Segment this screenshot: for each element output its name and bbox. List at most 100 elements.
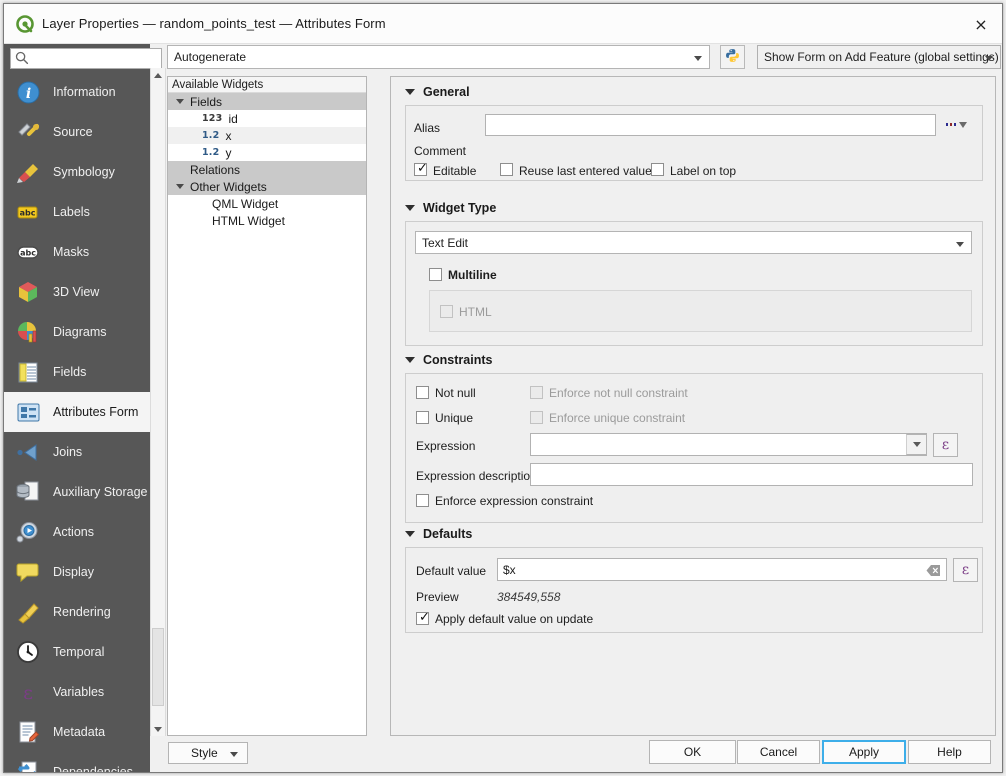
enforce-expression-checkbox[interactable] (416, 494, 429, 507)
python-init-button[interactable] (720, 45, 745, 69)
sidebar-item-label: Diagrams (53, 325, 107, 339)
search-icon (15, 51, 29, 65)
tree-row-label: id (228, 111, 238, 126)
widget-type-section-header[interactable]: Widget Type (405, 201, 496, 215)
sidebar-item-diagrams[interactable]: Diagrams (4, 312, 150, 352)
joins-icon (16, 440, 41, 465)
sidebar-scrollbar[interactable] (150, 68, 166, 736)
chevron-down-icon[interactable] (176, 99, 184, 104)
alias-label: Alias (414, 121, 441, 135)
expression-field[interactable] (530, 433, 927, 456)
add-feature-behavior-value: Show Form on Add Feature (global setting… (764, 50, 999, 64)
sidebar-item-labels[interactable]: abc Labels (4, 192, 150, 232)
expression-description-field[interactable] (530, 463, 973, 486)
html-subbox: HTML (429, 290, 972, 332)
tree-row[interactable]: 1.2 x (168, 127, 366, 144)
chevron-down-icon (912, 442, 921, 447)
close-icon[interactable]: × (968, 12, 994, 36)
qgis-icon (16, 15, 34, 33)
sidebar-item-source[interactable]: Source (4, 112, 150, 152)
tree-row[interactable]: 1.2 y (168, 144, 366, 161)
scroll-down-icon[interactable] (151, 722, 165, 736)
sidebar-item-display[interactable]: Display (4, 552, 150, 592)
clear-icon[interactable] (925, 563, 941, 577)
multiline-checkbox[interactable] (429, 268, 442, 281)
enforce-not-null-checkbox[interactable] (530, 386, 543, 399)
tree-row[interactable]: 123 id (168, 110, 366, 127)
html-checkbox[interactable] (440, 305, 453, 318)
available-widgets-tree[interactable]: Available Widgets Fields 123 id 1.2 x 1.2 y Rel… (167, 76, 367, 736)
expression-dropdown-button[interactable] (906, 434, 927, 455)
comment-label: Comment (414, 144, 467, 158)
temporal-icon (16, 640, 41, 665)
tree-row[interactable]: Fields (168, 93, 366, 110)
field-type-icon: 123 (202, 113, 223, 124)
sidebar-item-label: Labels (53, 205, 90, 219)
scroll-up-icon[interactable] (151, 68, 165, 82)
apply-default-on-update-checkbox[interactable]: ✓ (416, 610, 430, 625)
cancel-button[interactable]: Cancel (737, 740, 820, 764)
chevron-down-icon[interactable] (176, 184, 184, 189)
editable-label: Editable (433, 164, 477, 178)
sidebar-item-temporal[interactable]: Temporal (4, 632, 150, 672)
default-value-field[interactable]: $x (497, 558, 947, 581)
reuse-last-value-checkbox[interactable] (500, 163, 513, 176)
sidebar-item-label: Actions (53, 525, 94, 539)
sidebar-item-label: Temporal (53, 645, 105, 659)
tree-row[interactable]: Relations (168, 161, 366, 178)
tree-row[interactable]: HTML Widget (168, 212, 366, 229)
sidebar-item-rendering[interactable]: Rendering (4, 592, 150, 632)
label-on-top-checkbox[interactable] (651, 163, 664, 176)
widget-type-value: Text Edit (422, 236, 469, 250)
sidebar-item-dependencies[interactable]: Dependencies (4, 752, 150, 772)
widget-type-box: Text Edit Multiline HTML (405, 221, 983, 346)
style-button[interactable]: Style (168, 742, 248, 764)
alias-field[interactable] (485, 114, 936, 136)
sidebar-item-3d-view[interactable]: 3D View (4, 272, 150, 312)
sidebar-item-metadata[interactable]: Metadata (4, 712, 150, 752)
not-null-checkbox[interactable] (416, 386, 429, 399)
masks-icon: abc (16, 240, 41, 265)
sidebar-item-information[interactable]: i Information (4, 72, 150, 112)
unique-checkbox[interactable] (416, 411, 429, 424)
sidebar-item-symbology[interactable]: Symbology (4, 152, 150, 192)
data-defined-override-icon[interactable] (945, 119, 971, 131)
sidebar-item-label: Joins (53, 445, 83, 459)
metadata-icon (16, 720, 41, 745)
tree-row[interactable]: QML Widget (168, 195, 366, 212)
preview-label: Preview (416, 590, 459, 604)
field-type-icon: 1.2 (202, 147, 220, 158)
defaults-box: Default value $x ε Preview 384549,558 ✓ … (405, 547, 983, 633)
tree-row[interactable]: Other Widgets (168, 178, 366, 195)
sidebar-item-attributes-form[interactable]: Attributes Form (4, 392, 150, 432)
defaults-section-header[interactable]: Defaults (405, 527, 472, 541)
scrollbar-thumb[interactable] (152, 628, 164, 706)
dependencies-icon (16, 760, 41, 772)
search-input[interactable] (34, 50, 156, 68)
sidebar-item-label: Variables (53, 685, 105, 699)
sidebar-item-auxiliary-storage[interactable]: Auxiliary Storage (4, 472, 150, 512)
svg-text:ε: ε (23, 682, 33, 704)
sidebar-item-actions[interactable]: Actions (4, 512, 150, 552)
search-box[interactable] (10, 48, 163, 70)
help-button[interactable]: Help (908, 740, 991, 764)
expression-builder-button[interactable]: ε (933, 433, 958, 457)
enforce-unique-checkbox[interactable] (530, 411, 543, 424)
general-section-header[interactable]: General (405, 85, 470, 99)
sidebar-item-fields[interactable]: Fields (4, 352, 150, 392)
add-feature-behavior-combo[interactable]: Show Form on Add Feature (global setting… (757, 45, 1001, 69)
default-value-expression-button[interactable]: ε (953, 558, 978, 582)
form-layout-combo[interactable]: Autogenerate (167, 45, 710, 69)
ok-button[interactable]: OK (649, 740, 736, 764)
sidebar-item-joins[interactable]: Joins (4, 432, 150, 472)
editable-checkbox[interactable]: ✓ (414, 161, 428, 176)
apply-button[interactable]: Apply (822, 740, 906, 764)
general-box: Alias Comment ✓ Editable Reuse last ente… (405, 105, 983, 181)
widget-type-combo[interactable]: Text Edit (415, 231, 972, 254)
sidebar-item-label: Symbology (53, 165, 115, 179)
sidebar-item-masks[interactable]: abc Masks (4, 232, 150, 272)
constraints-section-header[interactable]: Constraints (405, 353, 492, 367)
sidebar-item-variables[interactable]: ε Variables (4, 672, 150, 712)
tree-row-label: QML Widget (212, 196, 279, 211)
sidebar-item-label: Attributes Form (53, 405, 139, 419)
